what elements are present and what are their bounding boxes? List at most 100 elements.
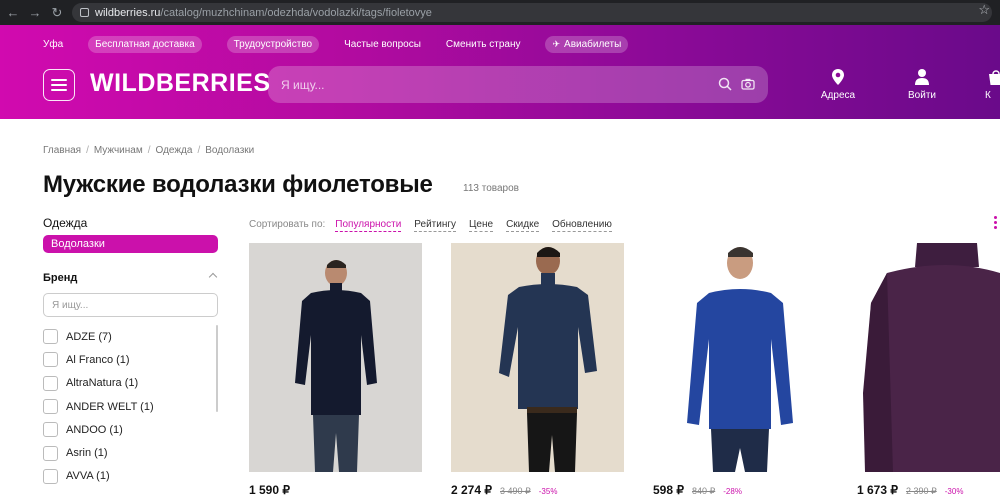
- product-discount: -30%: [944, 487, 964, 496]
- faq-link[interactable]: Частые вопросы: [344, 39, 421, 50]
- brand-option[interactable]: AVVA (1): [43, 465, 208, 488]
- breadcrumb-separator: /: [197, 145, 201, 156]
- sort-price[interactable]: Цене: [469, 219, 494, 232]
- lock-icon: [80, 8, 89, 17]
- site-header: Уфа Бесплатная доставка Трудоустройство …: [0, 25, 1000, 119]
- product-card[interactable]: 1 673 ₽ 2 390 ₽ -30%: [857, 243, 1000, 497]
- cart-label: К: [985, 90, 991, 101]
- product-price: 598 ₽: [653, 483, 684, 497]
- user-icon: [915, 69, 929, 85]
- sort-popularity[interactable]: Популярности: [335, 219, 402, 232]
- login-button[interactable]: Войти: [897, 68, 947, 101]
- city-link[interactable]: Уфа: [43, 39, 63, 50]
- avia-tickets-link[interactable]: ✈ Авиабилеты: [545, 36, 629, 53]
- sort-bar: Сортировать по: Популярности Рейтингу Це…: [249, 219, 625, 232]
- menu-button[interactable]: [43, 69, 75, 101]
- addresses-button[interactable]: Адреса: [813, 68, 863, 101]
- change-country-link[interactable]: Сменить страну: [446, 39, 521, 50]
- bookmark-star-icon[interactable]: ☆: [978, 2, 990, 18]
- brand-list-scrollbar[interactable]: [216, 325, 218, 412]
- address-bar[interactable]: wildberries.ru/catalog/muzhchinam/odezhd…: [72, 3, 992, 22]
- breadcrumb: Главная / Мужчинам / Одежда / Водолазки: [43, 145, 254, 156]
- more-options-icon[interactable]: [994, 216, 997, 229]
- location-pin-icon: [832, 69, 844, 85]
- brand-option-label: Al Franco (1): [66, 353, 130, 366]
- price-row: 1 673 ₽ 2 390 ₽ -30%: [857, 483, 963, 497]
- checkbox[interactable]: [43, 399, 58, 415]
- hamburger-icon-line: [51, 84, 67, 86]
- product-image[interactable]: [249, 243, 422, 472]
- product-count: 113 товаров: [463, 183, 519, 194]
- cart-icon: [989, 70, 1000, 85]
- product-price: 1 673 ₽: [857, 483, 898, 497]
- reload-icon[interactable]: ↻: [48, 5, 66, 21]
- category-active-item[interactable]: Водолазки: [43, 235, 218, 253]
- product-card[interactable]: 598 ₽ 840 ₽ -28%: [653, 243, 826, 497]
- avia-tickets-label: Авиабилеты: [564, 39, 622, 50]
- back-arrow-icon[interactable]: ←: [4, 5, 22, 20]
- brand-option[interactable]: Asrin (1): [43, 441, 208, 464]
- sort-label: Сортировать по:: [249, 219, 326, 230]
- breadcrumb-separator: /: [86, 145, 89, 156]
- sort-rating[interactable]: Рейтингу: [414, 219, 457, 232]
- brand-search-input[interactable]: [43, 293, 218, 317]
- product-image[interactable]: [653, 243, 826, 472]
- price-row: 598 ₽ 840 ₽ -28%: [653, 483, 742, 497]
- brand-option-label: Asrin (1): [66, 447, 108, 460]
- product-price: 1 590 ₽: [249, 483, 290, 497]
- price-row: 2 274 ₽ 3 490 ₽ -35%: [451, 483, 557, 497]
- brand-filter-title[interactable]: Бренд: [43, 272, 77, 284]
- brand-option[interactable]: AltraNatura (1): [43, 372, 208, 395]
- product-discount: -35%: [538, 487, 558, 496]
- logo[interactable]: WILDBERRIES: [90, 69, 271, 98]
- price-row: 1 590 ₽: [249, 483, 298, 497]
- product-price: 2 274 ₽: [451, 483, 492, 497]
- checkbox[interactable]: [43, 352, 58, 368]
- category-title[interactable]: Одежда: [43, 216, 87, 230]
- page-title: Мужские водолазки фиолетовые: [43, 171, 433, 198]
- checkbox[interactable]: [43, 468, 58, 484]
- cart-button[interactable]: К: [985, 68, 1000, 101]
- forward-arrow-icon[interactable]: →: [26, 5, 44, 20]
- product-card[interactable]: 2 274 ₽ 3 490 ₽ -35%: [451, 243, 624, 497]
- search-input[interactable]: [281, 77, 701, 92]
- search-icon[interactable]: [718, 77, 732, 91]
- chevron-up-icon[interactable]: [208, 272, 218, 282]
- product-old-price: 3 490 ₽: [500, 486, 531, 496]
- product-old-price: 2 390 ₽: [906, 486, 937, 496]
- plane-icon: ✈: [552, 39, 561, 49]
- brand-list: ADZE (7) Al Franco (1) AltraNatura (1) A…: [43, 325, 208, 488]
- brand-option-label: AltraNatura (1): [66, 377, 139, 390]
- checkbox[interactable]: [43, 445, 58, 461]
- breadcrumb-home[interactable]: Главная: [43, 145, 81, 156]
- header-topline: Уфа Бесплатная доставка Трудоустройство …: [43, 36, 653, 53]
- breadcrumb-separator: /: [147, 145, 151, 156]
- sort-discount[interactable]: Скидке: [506, 219, 540, 232]
- breadcrumb-men[interactable]: Мужчинам: [94, 145, 143, 156]
- checkbox[interactable]: [43, 329, 58, 345]
- product-image[interactable]: [451, 243, 624, 472]
- addresses-label: Адреса: [820, 90, 856, 101]
- checkbox[interactable]: [43, 422, 58, 438]
- breadcrumb-turtlenecks[interactable]: Водолазки: [205, 145, 254, 156]
- brand-option-label: ANDER WELT (1): [66, 400, 154, 413]
- brand-option[interactable]: ADZE (7): [43, 325, 208, 348]
- brand-option[interactable]: Al Franco (1): [43, 348, 208, 371]
- free-delivery-link[interactable]: Бесплатная доставка: [88, 36, 202, 53]
- product-card[interactable]: 1 590 ₽: [249, 243, 422, 497]
- hamburger-icon-line: [51, 89, 67, 91]
- camera-icon[interactable]: [741, 78, 755, 90]
- breadcrumb-clothing[interactable]: Одежда: [156, 145, 193, 156]
- browser-toolbar: ← → ↻ wildberries.ru/catalog/muzhchinam/…: [0, 0, 1000, 25]
- brand-option-label: ANDOO (1): [66, 423, 123, 436]
- jobs-link[interactable]: Трудоустройство: [226, 36, 320, 53]
- sort-update[interactable]: Обновлению: [552, 219, 612, 232]
- url-path: /catalog/muzhchinam/odezhda/vodolazki/ta…: [160, 6, 432, 19]
- product-image[interactable]: [857, 243, 1000, 472]
- brand-option[interactable]: ANDER WELT (1): [43, 395, 208, 418]
- brand-option[interactable]: ANDOO (1): [43, 418, 208, 441]
- login-label: Войти: [908, 90, 936, 101]
- checkbox[interactable]: [43, 375, 58, 391]
- product-old-price: 840 ₽: [692, 486, 716, 496]
- product-discount: -28%: [723, 487, 742, 496]
